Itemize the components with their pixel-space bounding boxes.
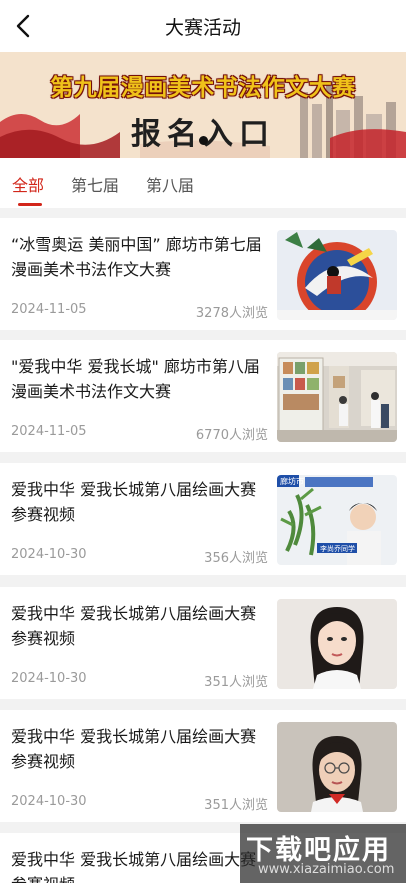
article-date: 2024-11-05 (11, 424, 87, 439)
tab-all[interactable]: 全部 (12, 172, 44, 196)
article-thumbnail: 廊坊市 李尚乔同学 (277, 475, 397, 565)
article-card[interactable]: "爱我中华 爱我长城" 廊坊市第八届漫画美术书法作文大赛 2024-11-05 … (0, 340, 406, 452)
article-title: 爱我中华 爱我长城第八届绘画大赛参赛视频 (11, 727, 257, 771)
banner-subtitle: 报名入口 (131, 117, 275, 152)
thumbnail-name-caption: 李尚乔同学 (320, 544, 355, 553)
article-title: "爱我中华 爱我长城" 廊坊市第八届漫画美术书法作文大赛 (11, 357, 260, 401)
article-date: 2024-10-30 (11, 547, 87, 562)
article-title: “冰雪奥运 美丽中国” 廊坊市第七届漫画美术书法作文大赛 (11, 235, 262, 279)
article-views: 3278人浏览 (195, 306, 268, 321)
article-views: 351人浏览 (204, 675, 268, 690)
article-title: 爱我中华 爱我长城第八届绘画大赛参赛视频 (11, 850, 257, 883)
article-thumbnail (277, 230, 397, 320)
page-title: 大赛活动 (164, 17, 241, 39)
article-card[interactable]: “冰雪奥运 美丽中国” 廊坊市第七届漫画美术书法作文大赛 2024-11-05 … (0, 218, 406, 330)
active-tab-indicator (18, 203, 42, 206)
header: 大赛活动 (0, 0, 406, 52)
tab-seventh[interactable]: 第七届 (71, 172, 119, 196)
article-views: 351人浏览 (204, 798, 268, 813)
watermark-logo: 下载吧应用 www.xiazaimiao.com (240, 824, 406, 883)
article-thumbnail (277, 352, 397, 442)
watermark-url: www.xiazaimiao.com (258, 862, 395, 877)
article-date: 2024-10-30 (11, 671, 87, 686)
article-date: 2024-11-05 (11, 302, 87, 317)
article-thumbnail (277, 722, 397, 812)
article-title: 爱我中华 爱我长城第八届绘画大赛参赛视频 (11, 604, 257, 648)
article-card[interactable]: 爱我中华 爱我长城第八届绘画大赛参赛视频 2024-10-30 351人浏览 (0, 710, 406, 822)
article-card[interactable]: 爱我中华 爱我长城第八届绘画大赛参赛视频 2024-10-30 351人浏览 (0, 587, 406, 699)
article-title: 爱我中华 爱我长城第八届绘画大赛参赛视频 (11, 480, 257, 524)
article-views: 6770人浏览 (195, 428, 268, 443)
article-card[interactable]: 爱我中华 爱我长城第八届绘画大赛参赛视频 2024-10-30 356人浏览 廊… (0, 463, 406, 575)
article-date: 2024-10-30 (11, 794, 87, 809)
tab-eighth[interactable]: 第八届 (146, 172, 194, 196)
category-tabs: 全部 第七届 第八届 (0, 158, 406, 208)
carousel-indicator-dot[interactable] (199, 136, 208, 145)
article-thumbnail (277, 599, 397, 689)
article-views: 356人浏览 (204, 551, 268, 566)
thumbnail-caption: 廊坊市 (280, 476, 304, 486)
banner-title: 第九届漫画美术书法作文大赛 (50, 75, 356, 101)
